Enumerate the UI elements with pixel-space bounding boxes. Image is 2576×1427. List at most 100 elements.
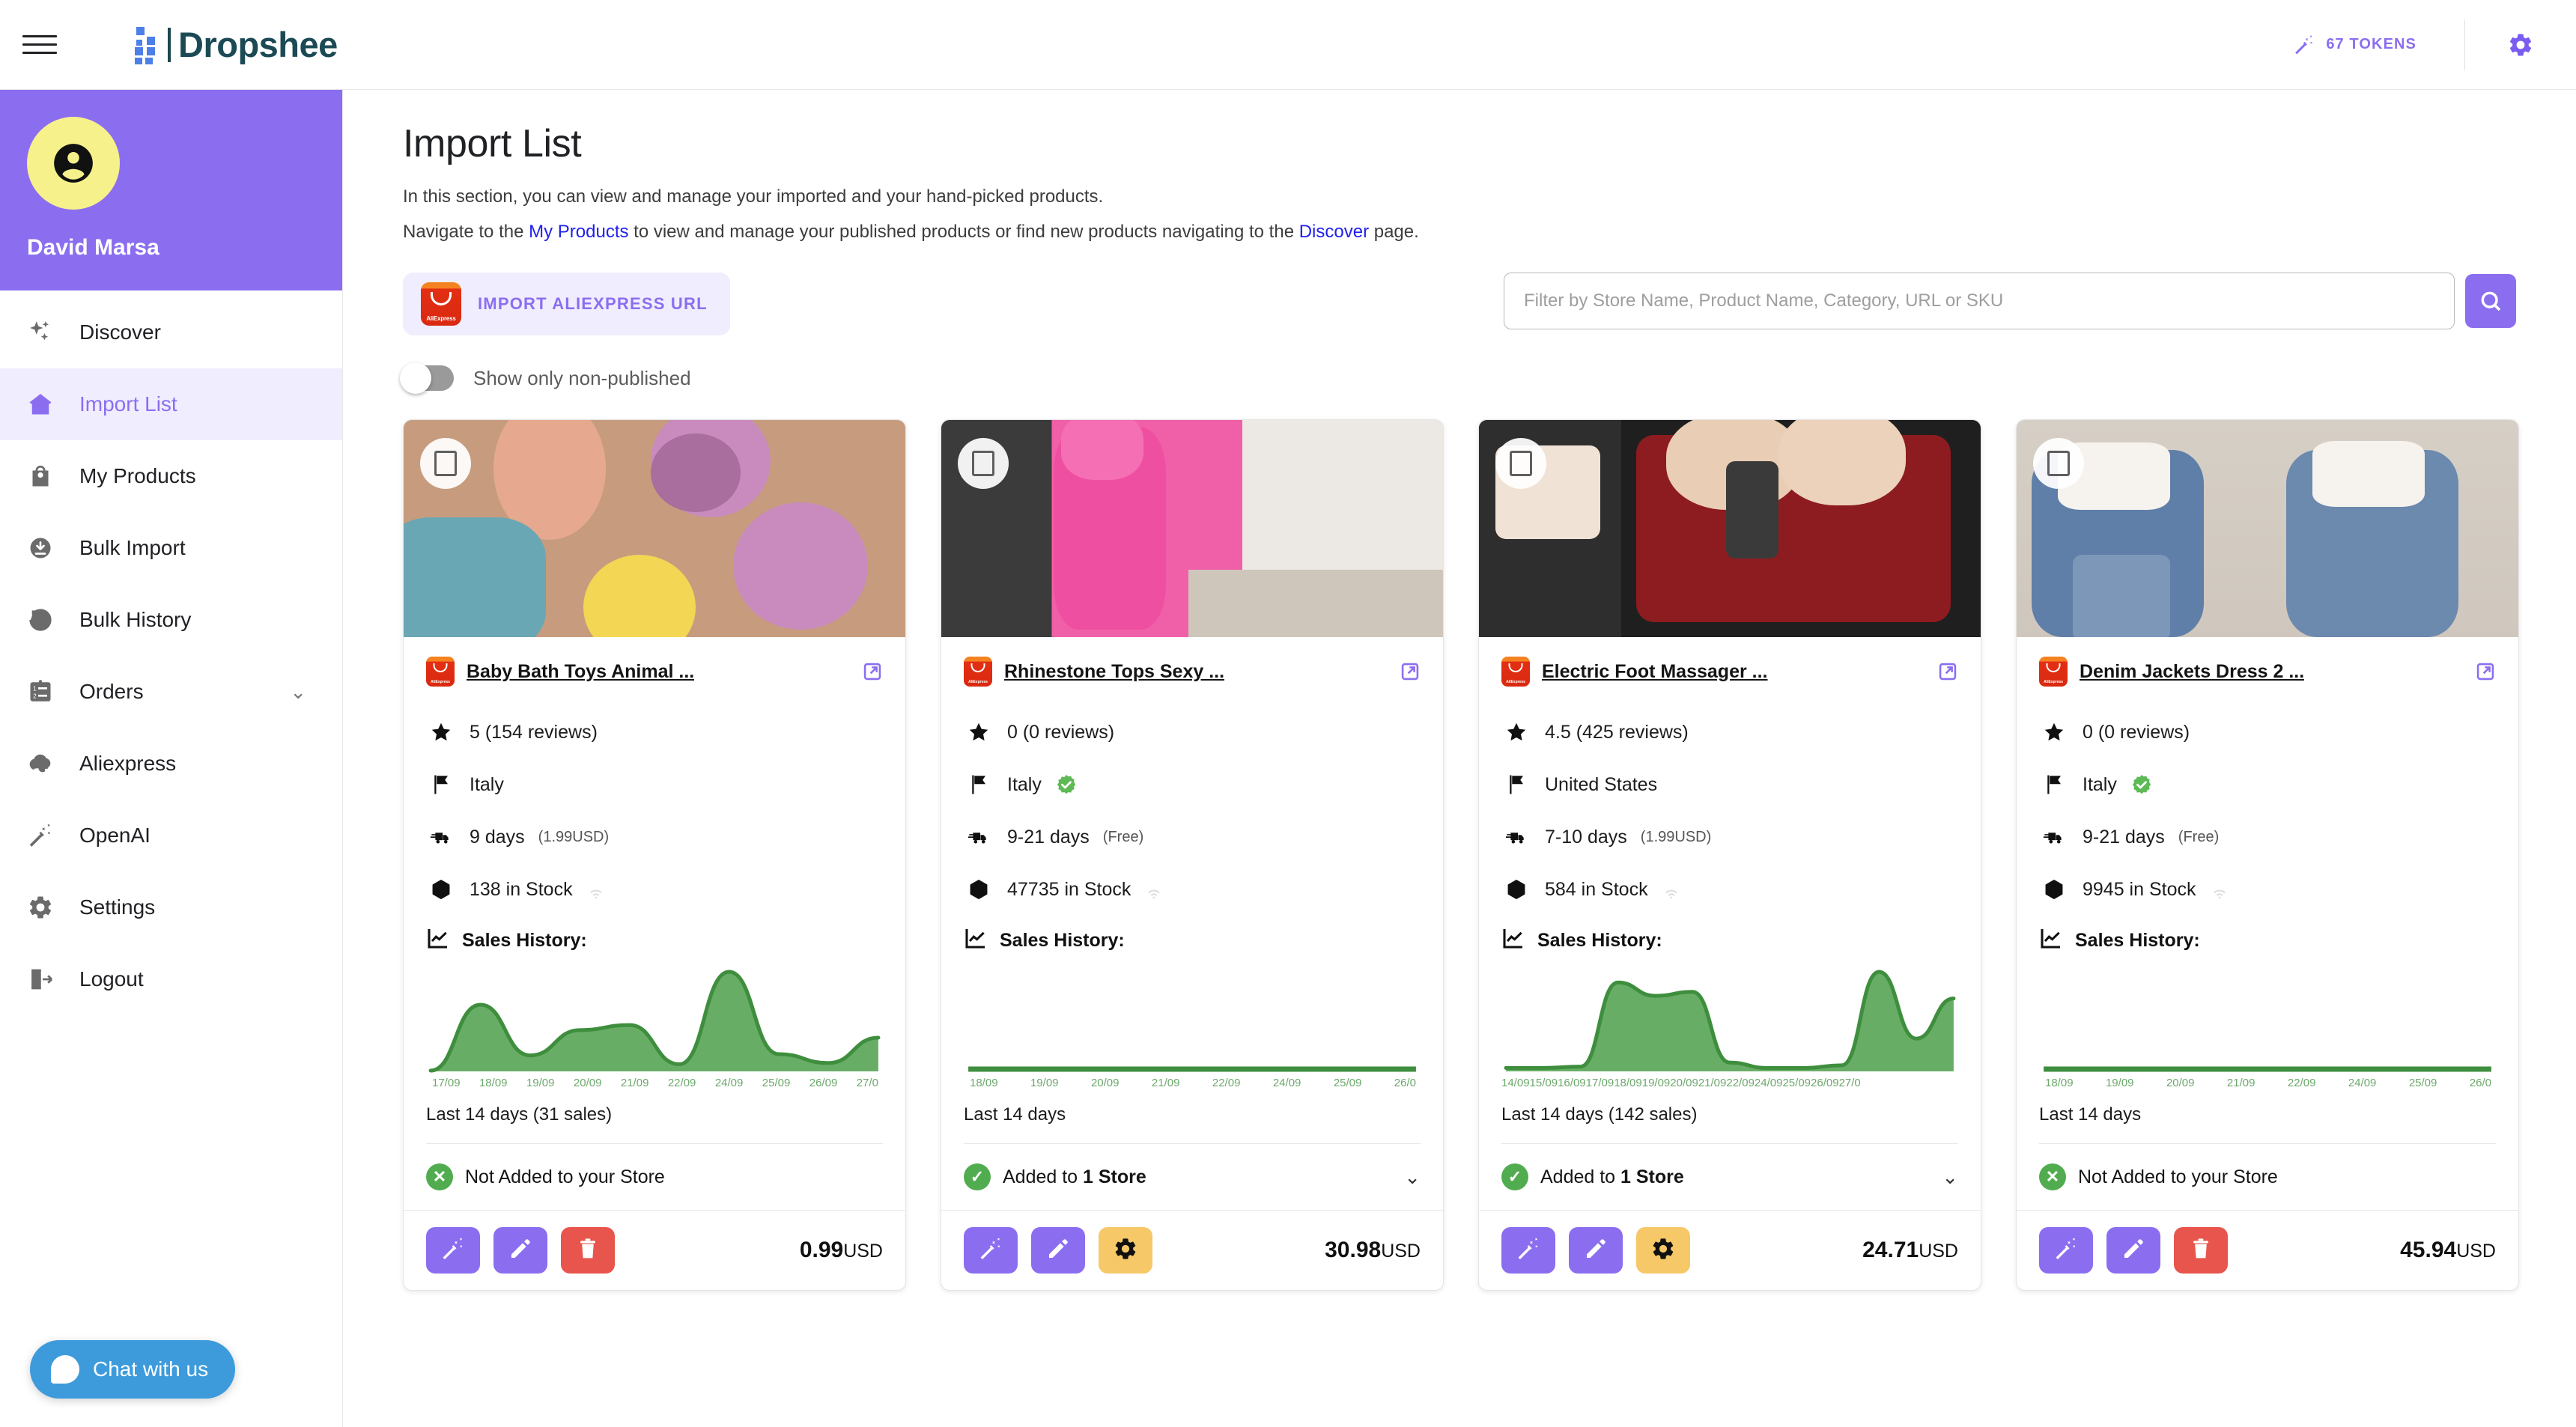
- sales-history-header: Sales History:: [964, 926, 1421, 955]
- delete-button[interactable]: [561, 1227, 615, 1274]
- product-title[interactable]: Denim Jackets Dress 2 ...: [2080, 661, 2304, 683]
- gear-icon: [1650, 1236, 1676, 1265]
- sidebar-item-logout[interactable]: Logout: [0, 943, 342, 1015]
- edit-button[interactable]: [2106, 1227, 2160, 1274]
- star-icon: [1501, 721, 1531, 743]
- check-circle-icon: ✓: [1501, 1163, 1528, 1191]
- x-tick: 20/09: [1090, 1077, 1120, 1090]
- product-select-checkbox[interactable]: [958, 438, 1009, 490]
- my-products-link[interactable]: My Products: [529, 222, 628, 242]
- store-status-row: ✕ Not Added to your Store: [2039, 1143, 2496, 1210]
- product-title[interactable]: Baby Bath Toys Animal ...: [467, 661, 694, 683]
- wifi-icon: [2210, 882, 2229, 898]
- shipping-cost: (1.99USD): [538, 828, 610, 845]
- sidebar-item-bulk-history[interactable]: Bulk History: [0, 584, 342, 656]
- sidebar-item-import-list[interactable]: Import List: [0, 368, 342, 440]
- delete-button[interactable]: [2174, 1227, 2228, 1274]
- truck-icon: [964, 826, 994, 848]
- magic-wand-icon: [2053, 1236, 2079, 1265]
- magic-wand-button[interactable]: [2039, 1227, 2093, 1274]
- sidebar-item-orders[interactable]: 1 2 Orders ⌄: [0, 656, 342, 728]
- rating-value: 0 (0 reviews): [1007, 721, 1115, 743]
- pencil-icon: [1583, 1236, 1609, 1265]
- settings-button[interactable]: [1099, 1227, 1152, 1274]
- product-price: 24.71USD: [1862, 1238, 1958, 1263]
- shopping-bag-icon: [27, 463, 73, 490]
- sidebar-item-discover[interactable]: Discover: [0, 296, 342, 368]
- chevron-down-icon[interactable]: ⌄: [1942, 1166, 1958, 1189]
- chevron-down-icon[interactable]: ⌄: [290, 681, 306, 704]
- shipping-row: 7-10 days (1.99USD): [1501, 811, 1958, 863]
- stock-row: 47735 in Stock: [964, 863, 1421, 916]
- magic-wand-button[interactable]: [1501, 1227, 1555, 1274]
- sales-total-label: Last 14 days (31 sales): [426, 1104, 613, 1125]
- pencil-icon: [2121, 1236, 2146, 1265]
- x-tick: 27/0: [856, 1077, 878, 1090]
- product-select-checkbox[interactable]: [2033, 438, 2084, 490]
- settings-gear-icon[interactable]: [2465, 31, 2576, 58]
- sidebar-item-openai[interactable]: OpenAI: [0, 800, 342, 871]
- product-card: AliExpress Electric Foot Massager ... 4.5 …: [1478, 419, 1981, 1291]
- sparkles-icon: [27, 319, 73, 346]
- product-card-list: AliExpress Baby Bath Toys Animal ... 5 (15…: [403, 419, 2576, 1291]
- external-link-icon[interactable]: [2475, 661, 2496, 682]
- store-status-text: Added to 1 Store: [1540, 1166, 1684, 1188]
- pencil-icon: [508, 1236, 533, 1265]
- store-status-count: 1 Store: [1083, 1166, 1146, 1187]
- store-status-prefix: Added to: [1003, 1166, 1084, 1187]
- hamburger-menu-icon[interactable]: [22, 28, 57, 62]
- discover-link[interactable]: Discover: [1299, 222, 1369, 242]
- product-title[interactable]: Electric Foot Massager ...: [1542, 661, 1768, 683]
- x-tick: 17/09: [432, 1077, 461, 1090]
- chevron-down-icon[interactable]: ⌄: [1404, 1166, 1421, 1189]
- external-link-icon[interactable]: [1937, 661, 1958, 682]
- x-tick: 18/09: [1614, 1077, 1642, 1090]
- rating-row: 5 (154 reviews): [426, 706, 883, 758]
- country-value: Italy: [2083, 773, 2117, 795]
- import-home-icon: [27, 391, 73, 418]
- settings-button[interactable]: [1636, 1227, 1690, 1274]
- sidebar-item-settings[interactable]: Settings: [0, 871, 342, 943]
- product-card: AliExpress Baby Bath Toys Animal ... 5 (15…: [403, 419, 906, 1291]
- show-only-non-published-toggle[interactable]: [400, 362, 454, 395]
- product-select-checkbox[interactable]: [420, 438, 471, 490]
- truck-icon: [426, 826, 456, 848]
- sales-history-header: Sales History:: [1501, 926, 1958, 955]
- list-numbered-icon: 12: [27, 678, 73, 705]
- sidebar-item-my-products[interactable]: My Products: [0, 440, 342, 512]
- sidebar-item-aliexpress[interactable]: Aliexpress: [0, 728, 342, 800]
- edit-button[interactable]: [1569, 1227, 1623, 1274]
- chart-x-axis: 18/09 19/09 20/09 21/09 22/09 24/09 25/09 26/0: [2039, 1077, 2496, 1089]
- search-input[interactable]: [1504, 273, 2455, 330]
- magic-wand-button[interactable]: [964, 1227, 1018, 1274]
- star-icon: [2039, 721, 2069, 743]
- sidebar-item-bulk-import[interactable]: Bulk Import: [0, 512, 342, 584]
- edit-button[interactable]: [493, 1227, 547, 1274]
- chat-with-us-button[interactable]: Chat with us: [30, 1340, 236, 1399]
- gear-icon: [1113, 1236, 1138, 1265]
- edit-button[interactable]: [1031, 1227, 1085, 1274]
- sidebar-nav: Discover Import List My Products Bulk Impor…: [0, 290, 342, 1015]
- sidebar: David Marsa Discover Import List My Produc…: [0, 90, 343, 1427]
- magic-wand-button[interactable]: [426, 1227, 480, 1274]
- external-link-icon[interactable]: [1400, 661, 1421, 682]
- x-tick: 21/09: [2226, 1077, 2255, 1090]
- sidebar-profile: David Marsa: [0, 90, 342, 290]
- price-currency: USD: [843, 1241, 883, 1262]
- brand-logo[interactable]: Dropshee: [127, 24, 338, 65]
- search-button[interactable]: [2465, 274, 2516, 329]
- sales-history-chart: [2039, 963, 2496, 1075]
- flag-icon: [1501, 773, 1531, 796]
- external-link-icon[interactable]: [862, 661, 883, 682]
- magic-wand-icon: [2295, 34, 2313, 54]
- card-action-bar: 0.99USD: [404, 1210, 905, 1290]
- import-aliexpress-url-button[interactable]: AliExpress IMPORT ALIEXPRESS URL: [403, 273, 730, 336]
- x-tick: 25/09: [1333, 1077, 1362, 1090]
- product-title[interactable]: Rhinestone Tops Sexy ...: [1004, 661, 1224, 683]
- sales-history-label: Sales History:: [2075, 930, 2200, 952]
- product-select-checkbox[interactable]: [1495, 438, 1546, 490]
- stock-value: 47735 in Stock: [1007, 878, 1131, 900]
- show-only-non-published-row: Show only non-published: [400, 362, 2576, 395]
- tokens-indicator[interactable]: 67 TOKENS: [2293, 34, 2464, 56]
- product-meta: 0 (0 reviews) Italy 9-21 days (Free) 9945 in…: [2039, 706, 2496, 916]
